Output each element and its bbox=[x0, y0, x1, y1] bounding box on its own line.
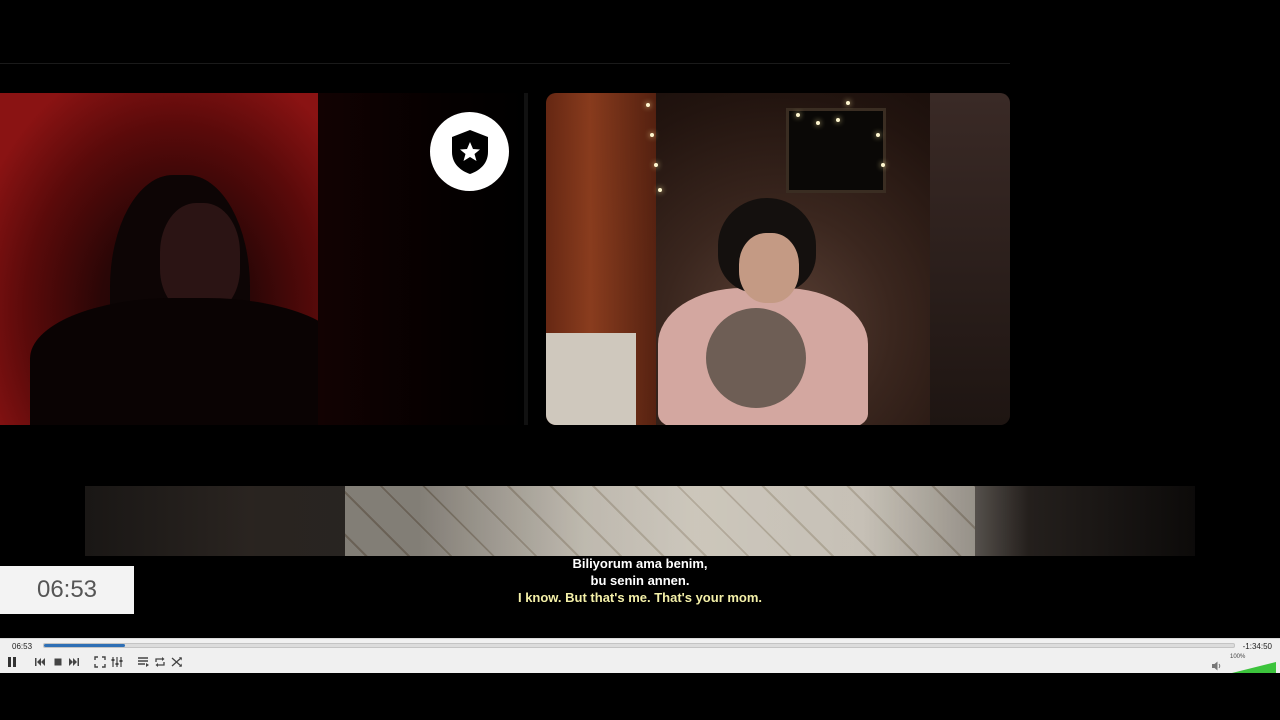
shelf bbox=[930, 93, 1010, 425]
subtitle-line-1: Biliyorum ama benim, bbox=[572, 556, 708, 571]
feed-divider bbox=[524, 93, 528, 425]
next-icon[interactable] bbox=[66, 655, 82, 669]
clock-overlay: 06:53 bbox=[0, 566, 134, 614]
table bbox=[546, 333, 636, 425]
media-player-window: Biliyorum ama benim, bu senin annen. I k… bbox=[0, 0, 1280, 720]
bottom-letterbox bbox=[0, 673, 1280, 720]
subtitle-block: Biliyorum ama benim, bu senin annen. I k… bbox=[0, 555, 1280, 606]
right-webcam-feed bbox=[546, 93, 1010, 425]
fullscreen-icon[interactable] bbox=[92, 655, 108, 669]
left-person-head bbox=[160, 203, 240, 313]
video-top-line bbox=[0, 63, 1010, 64]
subtitle-line-2: bu senin annen. bbox=[590, 573, 690, 588]
left-webcam-feed bbox=[0, 93, 318, 425]
pause-icon[interactable] bbox=[4, 655, 20, 669]
extended-settings-icon[interactable] bbox=[109, 655, 125, 669]
plush-toy bbox=[706, 308, 806, 408]
left-person-body bbox=[30, 298, 318, 425]
shuffle-icon[interactable] bbox=[169, 655, 185, 669]
stop-icon[interactable] bbox=[50, 655, 66, 669]
elapsed-time: 06:53 bbox=[12, 642, 33, 651]
previous-icon[interactable] bbox=[32, 655, 48, 669]
right-person-face bbox=[739, 233, 799, 303]
volume-slider[interactable] bbox=[1228, 659, 1276, 674]
seek-progress bbox=[44, 644, 125, 647]
lower-video-strip bbox=[85, 486, 1195, 556]
volume-icon[interactable] bbox=[1211, 657, 1223, 671]
shield-star-icon bbox=[430, 112, 509, 191]
player-controls: 06:53 -1:34:50 100% bbox=[0, 638, 1280, 674]
loop-icon[interactable] bbox=[152, 655, 168, 669]
subtitle-line-3: I know. But that's me. That's your mom. bbox=[517, 590, 763, 605]
seek-bar[interactable] bbox=[43, 643, 1235, 648]
pajama-pattern bbox=[345, 486, 975, 556]
video-frame[interactable]: Biliyorum ama benim, bu senin annen. I k… bbox=[0, 0, 1280, 638]
remaining-time[interactable]: -1:34:50 bbox=[1243, 642, 1272, 651]
playlist-icon[interactable] bbox=[135, 655, 151, 669]
